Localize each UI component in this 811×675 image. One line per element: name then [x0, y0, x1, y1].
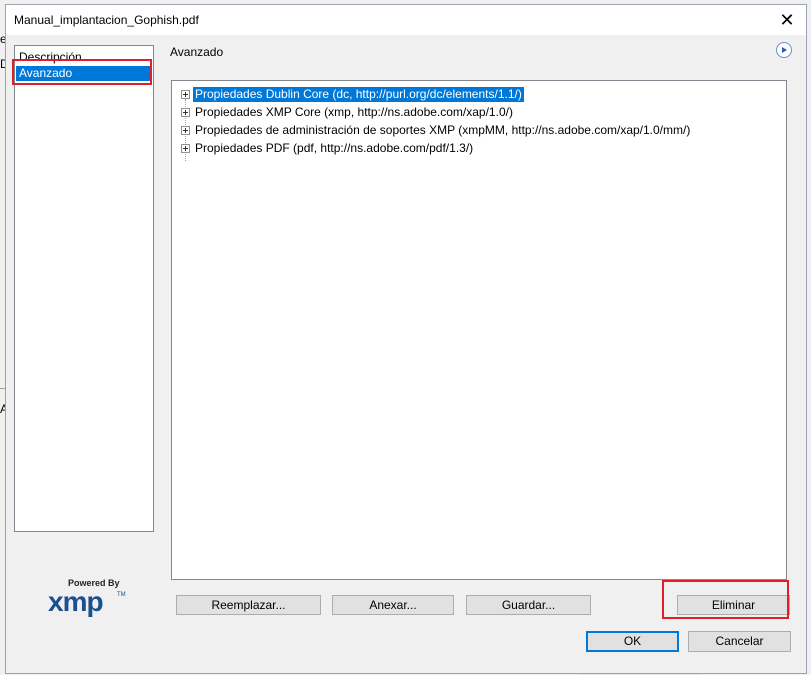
tree-node-label: Propiedades Dublin Core (dc, http://purl…: [193, 87, 524, 102]
category-item-descripcion[interactable]: Descripción: [16, 50, 152, 65]
title-bar: Manual_implantacion_Gophish.pdf ✕: [6, 5, 806, 35]
cancel-button[interactable]: Cancelar: [688, 631, 791, 652]
tree-node-pdf[interactable]: Propiedades PDF (pdf, http://ns.adobe.co…: [181, 140, 475, 157]
xmp-logo: xmp: [48, 586, 104, 617]
tree-node-dublin-core[interactable]: Propiedades Dublin Core (dc, http://purl…: [181, 86, 524, 103]
property-tree: Propiedades Dublin Core (dc, http://purl…: [171, 80, 787, 580]
play-arrow-icon[interactable]: [776, 42, 792, 58]
ok-button[interactable]: OK: [586, 631, 679, 652]
tree-node-label: Propiedades PDF (pdf, http://ns.adobe.co…: [195, 141, 474, 155]
tree-node-xmp-core[interactable]: Propiedades XMP Core (xmp, http://ns.ado…: [181, 104, 515, 121]
expand-plus-icon[interactable]: [181, 108, 190, 117]
close-icon[interactable]: ✕: [776, 9, 798, 31]
dialog-title: Manual_implantacion_Gophish.pdf: [14, 13, 199, 27]
tree-node-label: Propiedades XMP Core (xmp, http://ns.ado…: [195, 105, 513, 119]
expand-plus-icon[interactable]: [181, 126, 190, 135]
replace-button[interactable]: Reemplazar...: [176, 595, 321, 615]
category-item-avanzado[interactable]: Avanzado: [16, 66, 152, 81]
tree-node-label: Propiedades de administración de soporte…: [195, 123, 691, 137]
category-list: Descripción Avanzado: [14, 45, 154, 532]
append-button[interactable]: Anexar...: [332, 595, 454, 615]
expand-plus-icon[interactable]: [181, 144, 190, 153]
expand-plus-icon[interactable]: [181, 90, 190, 99]
delete-button[interactable]: Eliminar: [677, 595, 790, 615]
panel-title: Avanzado: [170, 45, 224, 59]
save-button[interactable]: Guardar...: [466, 595, 591, 615]
trademark-mark: TM: [117, 592, 126, 598]
tree-node-xmp-media-management[interactable]: Propiedades de administración de soporte…: [181, 122, 692, 139]
